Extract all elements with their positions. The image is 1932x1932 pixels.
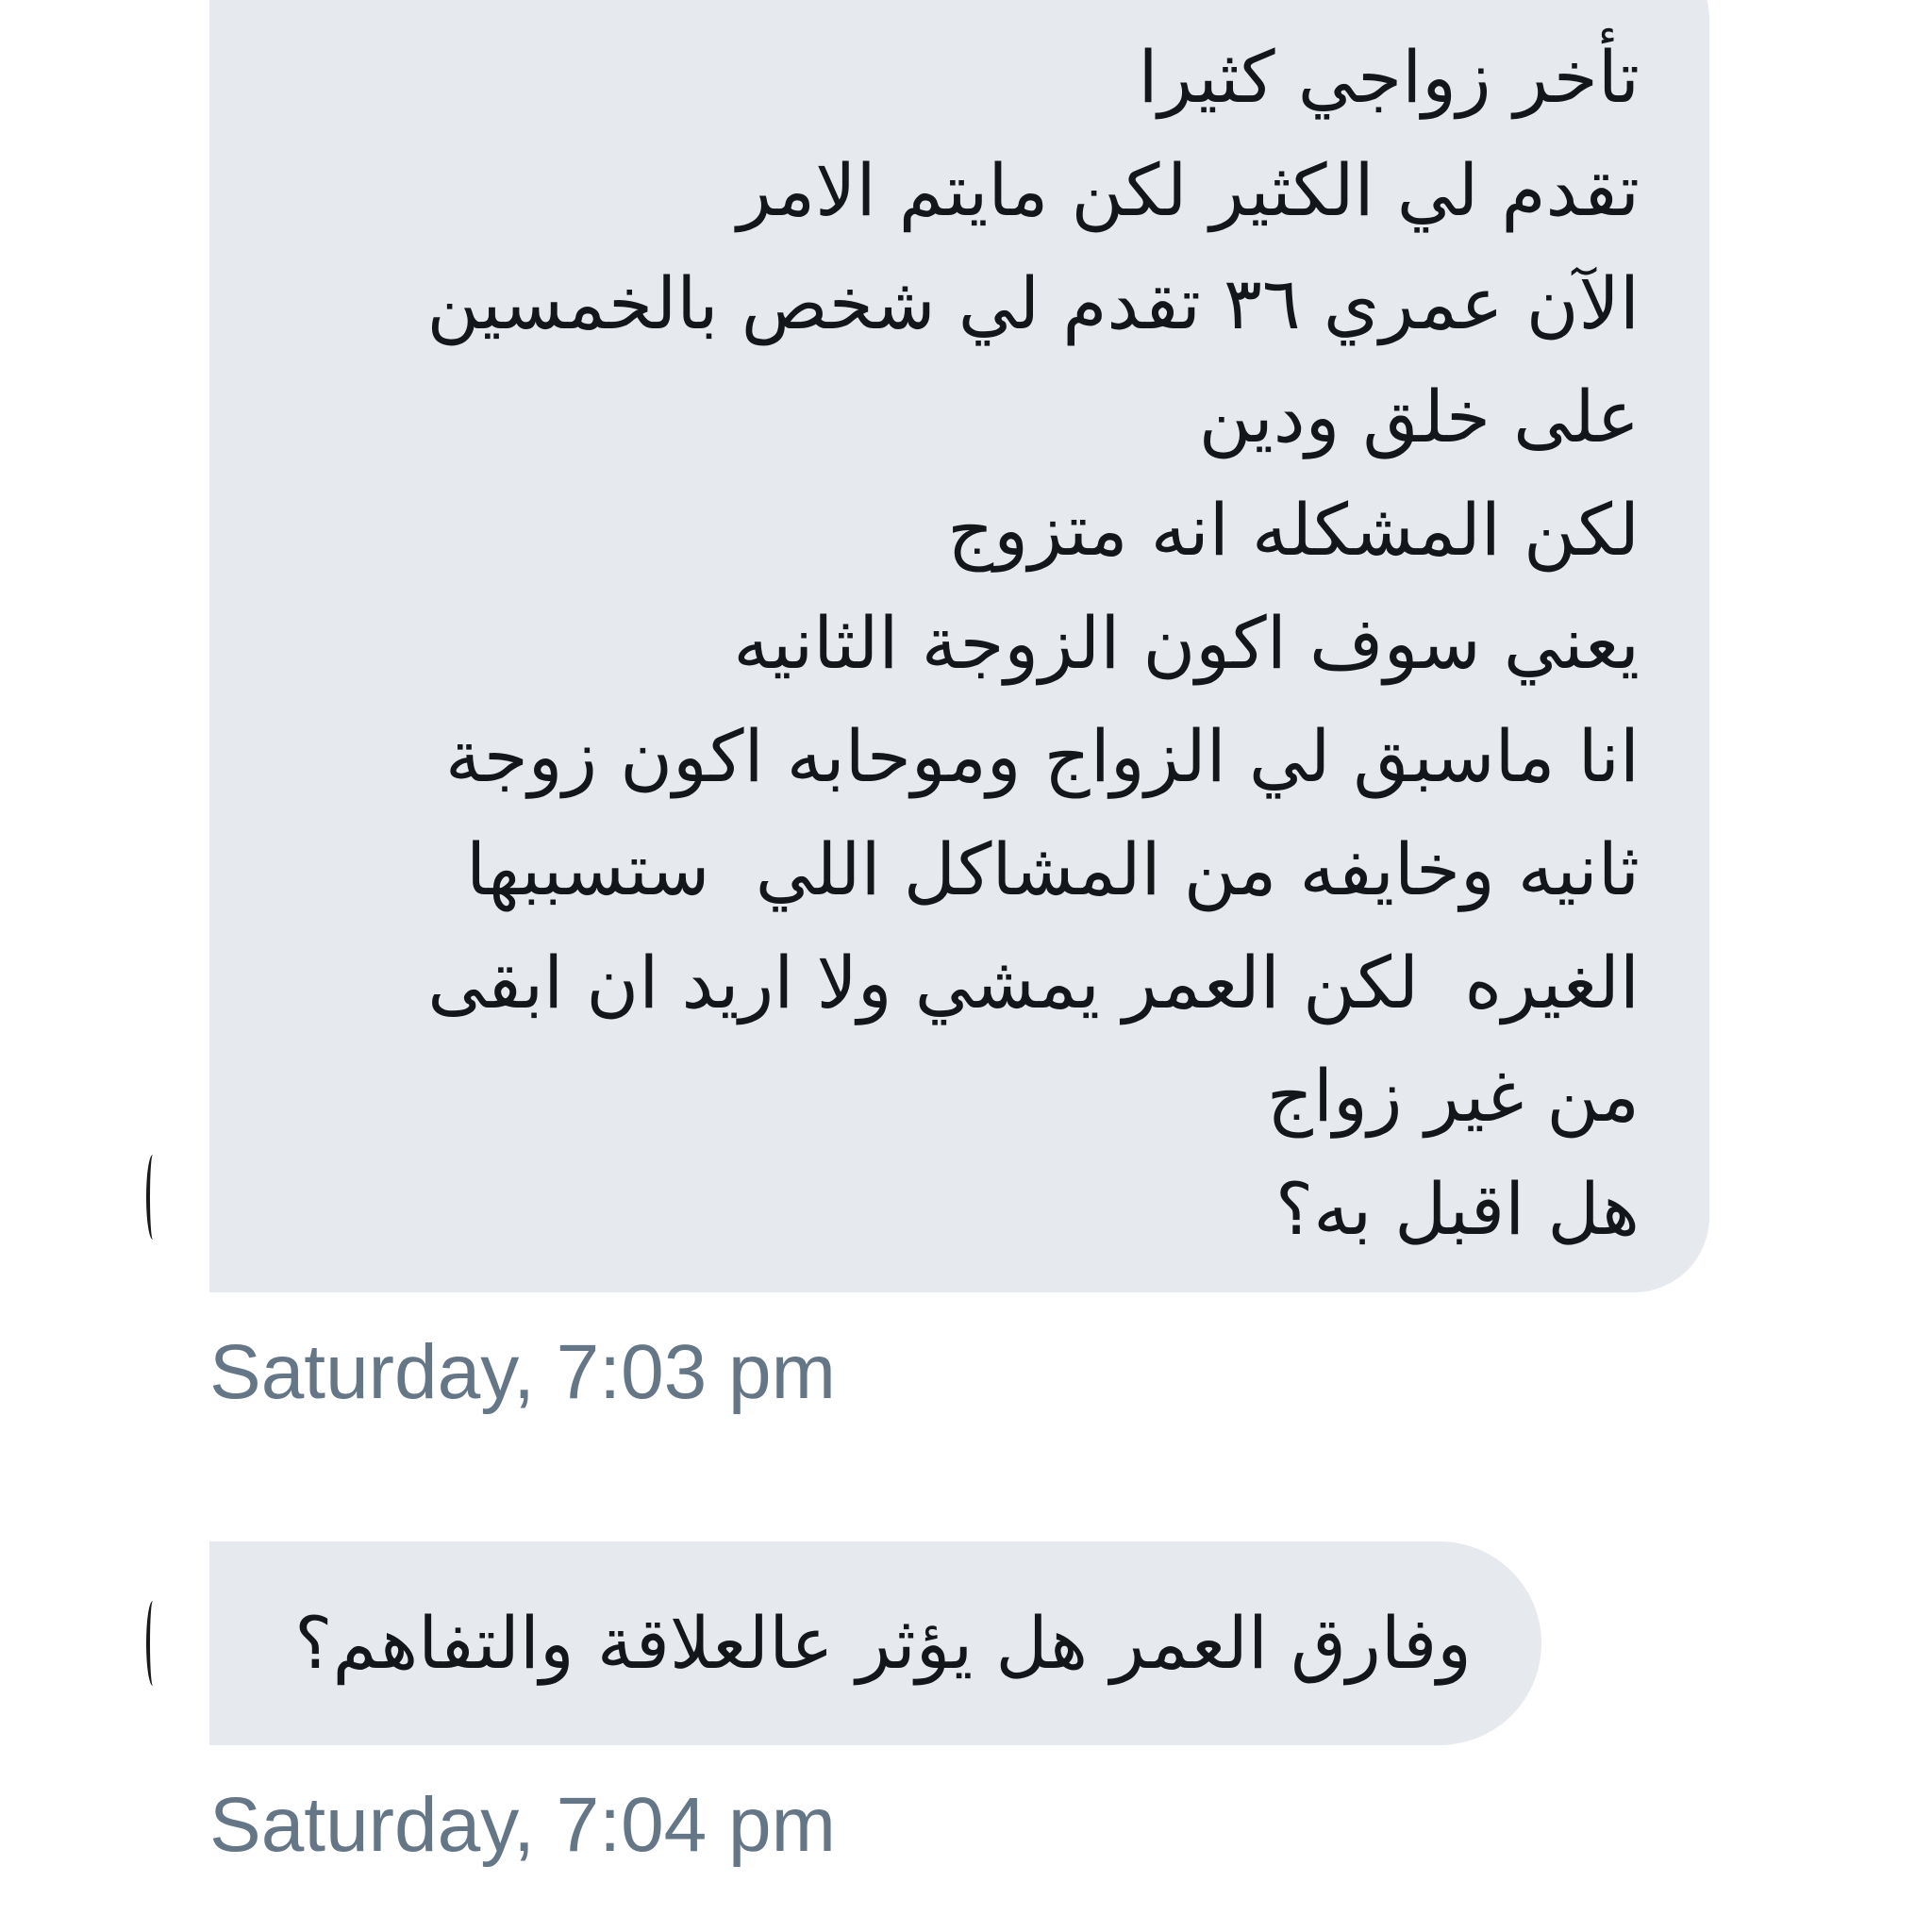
message-line: الآن عمري ٣٦ تقدم لي شخص بالخمسين xyxy=(426,261,1640,345)
message-line: انا ماسبق لي الزواج وموحابه اكون زوجة xyxy=(444,714,1640,798)
message-bubble[interactable]: تأخر زواجي كثيرا تقدم لي الكثير لكن مايت… xyxy=(209,0,1709,1292)
message-line: تقدم لي الكثير لكن مايتم الامر xyxy=(737,148,1641,232)
message-text: وفارق العمر هل يؤثر عالعلاقة والتفاهم؟ xyxy=(294,1601,1472,1685)
message-line: تأخر زواجي كثيرا xyxy=(1138,35,1640,119)
avatar[interactable] xyxy=(146,1601,159,1686)
message-line: من غير زواج xyxy=(1266,1054,1640,1138)
avatar[interactable] xyxy=(146,1155,159,1240)
message-line: الغيره لكن العمر يمشي ولا اريد ان ابقى xyxy=(427,941,1640,1024)
message-line: ثانيه وخايفه من المشاكل اللي ستسببها xyxy=(466,827,1640,911)
message-line: لكن المشكله انه متزوج xyxy=(947,488,1640,572)
message-timestamp: Saturday, 7:03 pm xyxy=(209,1329,836,1415)
message-line: يعني سوف اكون الزوجة الثانيه xyxy=(733,601,1640,685)
message-timestamp: Saturday, 7:04 pm xyxy=(209,1782,836,1868)
message-line: هل اقبل به؟ xyxy=(1274,1167,1640,1251)
message-line: على خلق ودين xyxy=(1198,375,1640,458)
message-bubble[interactable]: وفارق العمر هل يؤثر عالعلاقة والتفاهم؟ xyxy=(209,1541,1541,1745)
